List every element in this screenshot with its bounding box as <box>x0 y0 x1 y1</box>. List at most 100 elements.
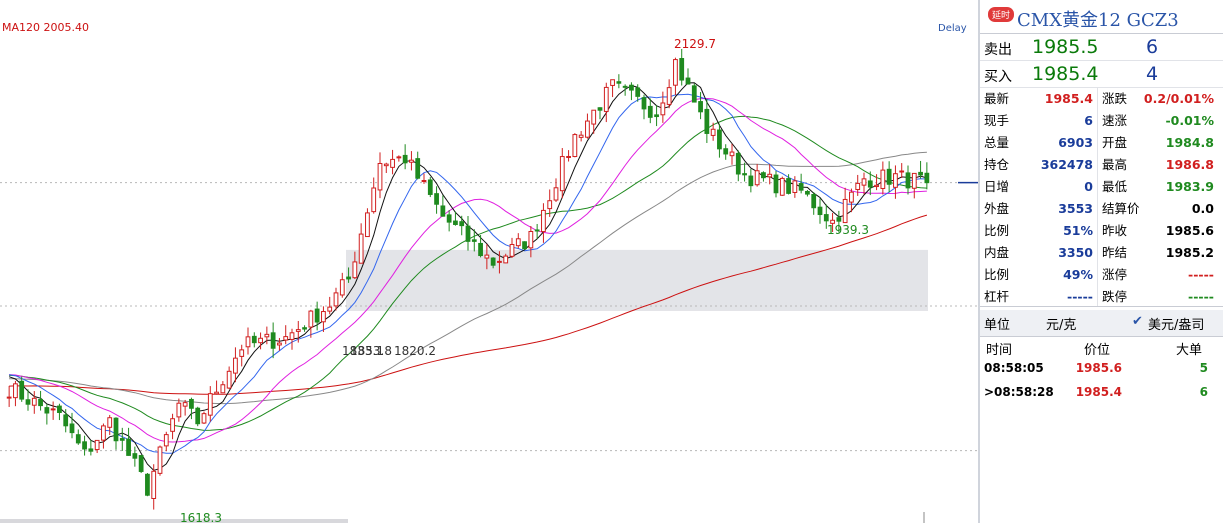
stat-label: 昨结 <box>1102 245 1128 260</box>
candle-body <box>691 85 697 103</box>
annotation-label: 1820.2 <box>394 344 436 358</box>
chart-area[interactable]: MA120 2005.40 Delay 2129.7 1939.3 1618.3 1833… <box>0 0 978 523</box>
candle-body <box>201 413 207 424</box>
stat-value: ----- <box>1188 289 1214 304</box>
checkmark-icon[interactable]: ✔ <box>1132 314 1143 329</box>
candle-body <box>88 448 94 452</box>
unit-row: 单位 元/克 ✔ 美元/盎司 <box>980 310 1223 337</box>
candle-body <box>220 384 226 394</box>
stat-label: 比例 <box>984 267 1010 282</box>
candle-body <box>742 173 747 176</box>
candle-body <box>346 276 351 280</box>
stat-value: 1985.6 <box>1165 223 1214 238</box>
candle-body <box>478 242 483 257</box>
candle-body <box>421 180 427 183</box>
candle-body <box>352 261 358 279</box>
candle-body <box>754 170 760 186</box>
candle-body <box>214 391 219 395</box>
candle-body <box>396 156 402 159</box>
ma120-label: MA120 2005.40 <box>2 21 89 34</box>
candle-body <box>717 129 722 150</box>
candle-body <box>723 148 729 155</box>
stat-value: 362478 <box>1040 157 1093 172</box>
candle-body <box>94 439 100 451</box>
stat-label: 杠杆 <box>984 289 1010 304</box>
stat-label: 涨跌 <box>1102 91 1128 106</box>
candle-body <box>151 470 157 499</box>
candle-body <box>50 408 56 411</box>
candle-body <box>622 85 628 88</box>
candle-body <box>270 332 276 349</box>
candle-body <box>811 194 817 209</box>
candlestick-chart[interactable]: MA120 2005.40 Delay2129.71939.31618.31833… <box>0 0 978 523</box>
candle-body <box>842 198 848 224</box>
stat-label: 日增 <box>984 179 1010 194</box>
candle-body <box>786 178 791 194</box>
candle-body <box>729 151 735 157</box>
stat-label: 外盘 <box>984 201 1010 216</box>
scroll-track <box>0 519 348 523</box>
candle-body <box>553 187 559 201</box>
candle-body <box>377 162 383 191</box>
candle-body <box>798 183 804 191</box>
candle-body <box>233 357 238 374</box>
candle-body <box>773 174 779 194</box>
buy-price: 1985.4 <box>1032 63 1099 85</box>
trade-time: >08:58:28 <box>984 385 1054 399</box>
candle-body <box>654 114 659 118</box>
candle-body <box>459 221 465 227</box>
candle-body <box>427 179 433 195</box>
candle-body <box>867 180 873 188</box>
trades-header-time: 时间 <box>986 343 1013 358</box>
currency-toggle[interactable]: 美元/盎司 <box>1148 314 1204 333</box>
candle-body <box>170 418 175 432</box>
candle-body <box>836 217 842 222</box>
candle-body <box>402 154 408 164</box>
stat-value: 49% <box>1063 267 1093 282</box>
candle-body <box>195 407 201 425</box>
stat-value: 0.0 <box>1191 201 1214 216</box>
candle-body <box>924 172 930 184</box>
candle-body <box>434 193 439 205</box>
stat-label: 速涨 <box>1102 113 1128 128</box>
candle-body <box>277 342 282 346</box>
candle-body <box>383 163 389 167</box>
candle-body <box>528 230 534 249</box>
candle-body <box>861 178 867 186</box>
candle-body <box>735 152 741 175</box>
candle-body <box>541 209 546 233</box>
candle-body <box>138 455 144 472</box>
annotation-label: 1853.8 <box>350 344 392 358</box>
candle-body <box>245 336 251 348</box>
candle-body <box>490 257 496 266</box>
candle-body <box>69 423 75 434</box>
candle-body <box>440 205 446 217</box>
stat-label: 开盘 <box>1102 135 1128 150</box>
annotation-high: 2129.7 <box>674 37 716 51</box>
buy-row[interactable]: 买入 1985.4 4 <box>980 61 1223 88</box>
candle-body <box>484 254 490 259</box>
candle-body <box>107 417 113 428</box>
candle-body <box>182 402 188 407</box>
unit-value: 元/克 <box>1046 318 1077 333</box>
sell-volume: 6 <box>1146 36 1159 58</box>
candle-body <box>817 206 823 216</box>
candle-body <box>779 177 785 196</box>
stat-value: 1984.8 <box>1165 135 1214 150</box>
candle-body <box>660 102 666 116</box>
stat-value: 1985.4 <box>1044 91 1093 106</box>
candle-body <box>453 220 458 225</box>
candle-body <box>823 214 829 222</box>
stat-label: 现手 <box>984 113 1010 128</box>
candle-body <box>446 214 452 223</box>
sell-row[interactable]: 卖出 1985.5 6 <box>980 34 1223 61</box>
stat-value: ----- <box>1188 267 1214 282</box>
stat-value: 6903 <box>1058 135 1093 150</box>
candle-body <box>239 349 245 357</box>
candle-body <box>509 243 515 257</box>
candle-body <box>176 402 182 418</box>
trade-price: 1985.6 <box>1075 361 1122 375</box>
candle-body <box>616 81 622 84</box>
candle-body <box>666 87 672 105</box>
candle-body <box>113 417 119 442</box>
